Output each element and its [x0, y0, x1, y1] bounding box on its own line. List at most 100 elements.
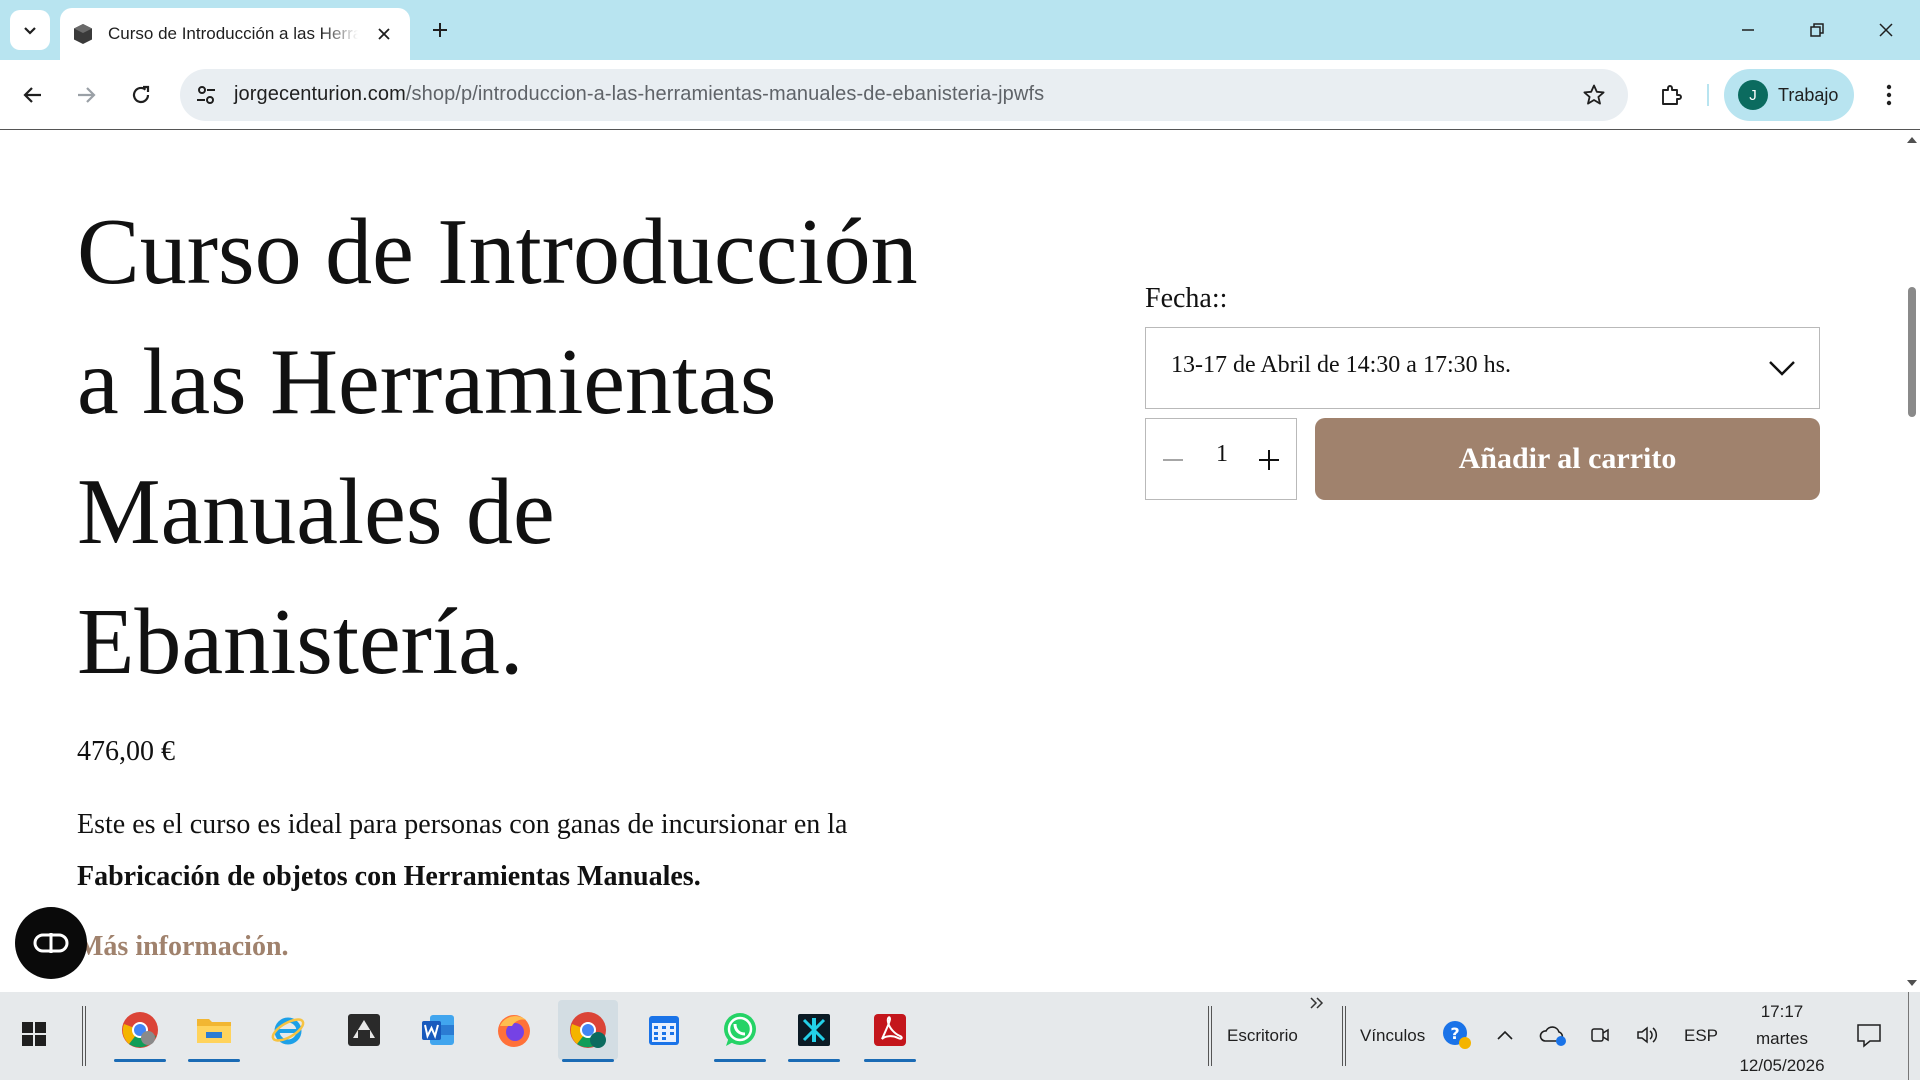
new-tab-button[interactable] [424, 14, 456, 46]
language-indicator[interactable]: ESP [1684, 1026, 1718, 1046]
restore-icon [1810, 23, 1824, 37]
app-icon [348, 1014, 380, 1046]
clock-day: martes [1756, 1029, 1808, 1048]
start-button[interactable] [14, 1014, 54, 1054]
tab-search-button[interactable] [10, 10, 50, 50]
reload-icon [132, 85, 150, 104]
plus-icon [1259, 450, 1279, 470]
taskbar-whatsapp[interactable] [710, 1000, 770, 1062]
taskbar-app[interactable] [334, 1000, 394, 1060]
arrow-right-icon [78, 87, 96, 103]
page-scrollbar[interactable] [1904, 131, 1920, 992]
minimize-button[interactable] [1728, 12, 1768, 48]
toolbar-divider [1707, 84, 1709, 106]
taskbar-separator [82, 1006, 86, 1066]
taskbar: Escritorio Vínculos ? ESP 17:17 martes 1… [0, 992, 1920, 1080]
internet-explorer-icon [271, 1017, 305, 1045]
profile-button[interactable]: J Trabajo [1724, 69, 1854, 121]
plus-icon [433, 23, 447, 37]
product-price: 476,00 € [77, 736, 175, 767]
scroll-down-icon [1907, 980, 1917, 986]
date-select[interactable]: 13-17 de Abril de 14:30 a 17:30 hs. [1145, 327, 1820, 409]
links-toolbar[interactable]: Vínculos [1360, 1026, 1425, 1046]
chevron-down-icon [1769, 361, 1795, 376]
camera-icon [1591, 1028, 1609, 1042]
file-explorer-icon [197, 1019, 231, 1043]
scroll-thumb[interactable] [1908, 287, 1916, 417]
clock-date: 12/05/2026 [1739, 1056, 1825, 1075]
show-hidden-icons-button[interactable] [1490, 1020, 1520, 1050]
taskbar-firefox[interactable] [484, 1000, 544, 1060]
calendar-icon [649, 1016, 679, 1045]
chevron-double-right-icon[interactable] [1310, 997, 1324, 1009]
desktop-toolbar[interactable]: Escritorio [1227, 1026, 1298, 1046]
scroll-up-icon [1907, 137, 1917, 143]
chevron-down-icon [24, 27, 36, 35]
help-tray-button[interactable]: ? [1442, 1020, 1472, 1050]
avatar: J [1738, 80, 1768, 110]
increase-quantity-button[interactable] [1252, 443, 1286, 477]
accessibility-button[interactable] [15, 907, 87, 979]
notification-icon [1857, 1024, 1881, 1048]
meet-now-tray-button[interactable] [1585, 1020, 1615, 1050]
close-icon [1879, 23, 1893, 37]
taskbar-acrobat[interactable] [860, 1000, 920, 1062]
accessibility-toggle-icon [33, 933, 69, 953]
notifications-button[interactable] [1854, 1020, 1884, 1050]
cube-icon [74, 24, 92, 44]
chrome-profile-icon [570, 1012, 606, 1048]
running-indicator [788, 1059, 840, 1062]
tune-icon [197, 86, 215, 104]
volume-tray-button[interactable] [1632, 1020, 1662, 1050]
taskbar-file-explorer[interactable] [184, 1000, 244, 1062]
running-indicator [864, 1059, 916, 1062]
running-indicator [562, 1059, 614, 1062]
chrome-icon [122, 1012, 158, 1048]
date-select-value: 13-17 de Abril de 14:30 a 17:30 hs. [1171, 352, 1511, 378]
more-vertical-icon [1886, 84, 1892, 106]
onedrive-tray-button[interactable] [1538, 1020, 1568, 1050]
minimize-icon [1742, 29, 1754, 31]
url-text: jorgecenturion.com/shop/p/introduccion-a… [234, 83, 1044, 106]
taskbar-chrome[interactable] [110, 1000, 170, 1062]
add-to-cart-button[interactable]: Añadir al carrito [1315, 418, 1820, 500]
more-info-link[interactable]: Más información. [77, 931, 289, 963]
browser-menu-button[interactable] [1870, 76, 1908, 114]
browser-tab[interactable]: Curso de Introducción a las Herramientas… [60, 8, 410, 60]
url-host: jorgecenturion.com [234, 83, 406, 105]
back-button[interactable] [14, 76, 52, 114]
star-icon [1583, 84, 1605, 105]
extensions-button[interactable] [1652, 76, 1690, 114]
close-window-button[interactable] [1866, 12, 1906, 48]
app2-icon [798, 1014, 830, 1046]
clock[interactable]: 17:17 martes 12/05/2026 [1722, 998, 1842, 1079]
windows-icon [22, 1022, 46, 1046]
taskbar-separator [1208, 1006, 1212, 1066]
bookmark-button[interactable] [1580, 81, 1608, 109]
address-bar[interactable]: jorgecenturion.com/shop/p/introduccion-a… [180, 69, 1628, 121]
restore-button[interactable] [1797, 12, 1837, 48]
svg-text:?: ? [1450, 1024, 1459, 1043]
running-indicator [188, 1059, 240, 1062]
taskbar-app2[interactable] [784, 1000, 844, 1062]
decrease-quantity-button[interactable] [1156, 443, 1190, 477]
close-tab-button[interactable] [372, 22, 396, 46]
cloud-icon [1539, 1026, 1566, 1046]
taskbar-internet-explorer[interactable] [258, 1000, 318, 1060]
description-bold-text: Fabricación de objetos con Herramientas … [77, 861, 701, 892]
site-info-button[interactable] [192, 81, 220, 109]
running-indicator [114, 1059, 166, 1062]
quantity-input[interactable]: 1 [1204, 441, 1240, 468]
taskbar-calendar[interactable] [634, 1000, 694, 1060]
word-icon [422, 1015, 454, 1045]
taskbar-separator [1342, 1006, 1346, 1066]
reload-button[interactable] [122, 76, 160, 114]
speaker-icon [1637, 1026, 1658, 1044]
product-title: Curso de Introducción a las Herramientas… [77, 200, 918, 694]
tab-strip: Curso de Introducción a las Herramientas… [0, 0, 1920, 60]
taskbar-chrome-profile[interactable] [558, 1000, 618, 1062]
show-desktop-divider[interactable] [1908, 992, 1909, 1080]
taskbar-word[interactable] [408, 1000, 468, 1060]
forward-button[interactable] [67, 76, 105, 114]
quantity-stepper: 1 [1145, 418, 1297, 500]
